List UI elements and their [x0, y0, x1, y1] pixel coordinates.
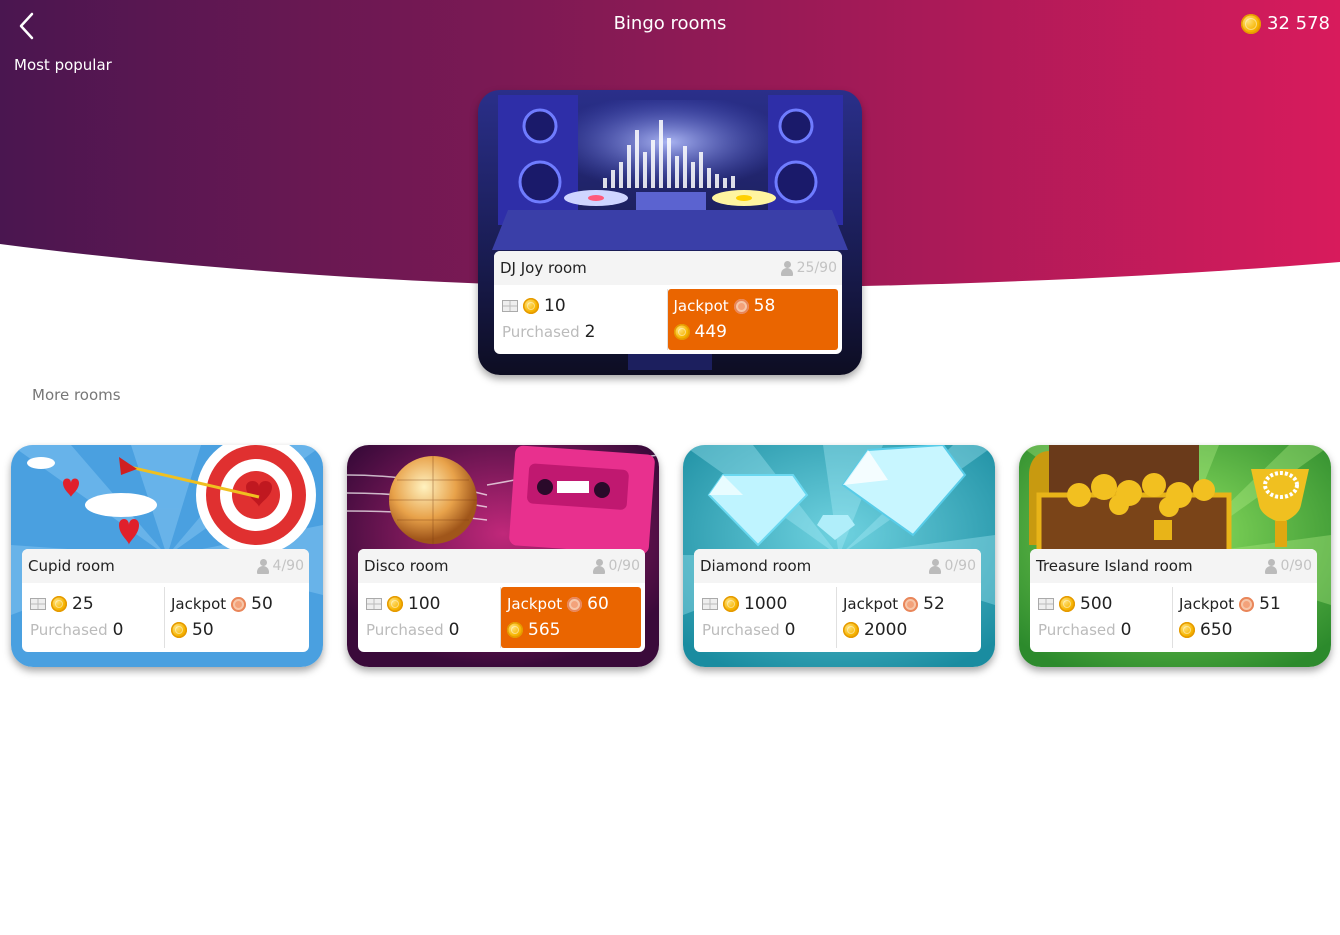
purchased-count: Purchased 0 [366, 620, 460, 640]
user-icon [592, 558, 605, 574]
coin-balance[interactable]: 32 578 [1241, 13, 1330, 34]
room-card-diamond[interactable]: Diamond room 0/90 1000 Purchased 0 Jackp… [683, 445, 995, 667]
room-info-panel: Cupid room 4/90 25 Purchased 0 Jackpot 5… [22, 549, 309, 652]
jackpot-coins: 2000 [864, 620, 908, 640]
room-name: Disco room [364, 557, 449, 575]
room-name: Treasure Island room [1036, 557, 1193, 575]
room-card-cupid[interactable]: Cupid room 4/90 25 Purchased 0 Jackpot 5… [11, 445, 323, 667]
room-info-panel: Diamond room 0/90 1000 Purchased 0 Jackp… [694, 549, 981, 652]
purchased-count: Purchased 0 [1038, 620, 1132, 640]
token-icon [903, 596, 919, 612]
room-info-panel: DJ Joy room 25/90 10 Purchased 2 Jackpot… [494, 251, 842, 354]
coin-icon [523, 298, 539, 314]
room-info-panel: Treasure Island room 0/90 500 Purchased … [1030, 549, 1317, 652]
purchased-count: Purchased 2 [502, 322, 596, 342]
room-card-dj-joy[interactable]: DJ Joy room 25/90 10 Purchased 2 Jackpot… [478, 90, 862, 375]
token-icon [733, 298, 749, 314]
player-count: 0/90 [928, 558, 976, 574]
jackpot-tokens: 58 [753, 296, 776, 316]
user-icon [256, 558, 269, 574]
jackpot-tokens: 52 [923, 594, 945, 614]
coin-icon [723, 596, 739, 612]
ticket-price: 10 [502, 293, 663, 319]
ticket-price: 25 [30, 591, 160, 617]
token-icon [231, 596, 247, 612]
coin-icon [1059, 596, 1075, 612]
balance-value: 32 578 [1267, 13, 1330, 34]
player-count: 25/90 [780, 260, 837, 276]
section-title-more: More rooms [32, 386, 121, 404]
section-title-popular: Most popular [14, 56, 112, 74]
ticket-icon [366, 598, 382, 610]
token-icon [1239, 596, 1255, 612]
player-count: 0/90 [592, 558, 640, 574]
purchased-count: Purchased 0 [30, 620, 124, 640]
coin-icon [1241, 13, 1262, 34]
room-card-disco[interactable]: Disco room 0/90 100 Purchased 0 Jackpot … [347, 445, 659, 667]
ticket-price: 100 [366, 591, 496, 617]
coin-icon [171, 622, 187, 638]
ticket-price: 1000 [702, 591, 832, 617]
jackpot-panel: Jackpot 60 565 [501, 587, 641, 648]
token-icon [567, 596, 583, 612]
coin-icon [387, 596, 403, 612]
purchased-count: Purchased 0 [702, 620, 796, 640]
ticket-price: 500 [1038, 591, 1168, 617]
jackpot-panel: Jackpot 58 449 [667, 289, 838, 350]
ticket-icon [30, 598, 46, 610]
user-icon [928, 558, 941, 574]
jackpot-coins: 449 [694, 322, 727, 342]
top-bar: Bingo rooms 32 578 [0, 0, 1340, 50]
coin-icon [673, 324, 690, 340]
jackpot-panel: Jackpot 51 650 [1179, 594, 1281, 640]
coin-icon [1179, 622, 1195, 638]
room-card-treasure-island[interactable]: Treasure Island room 0/90 500 Purchased … [1019, 445, 1331, 667]
jackpot-panel: Jackpot 50 50 [171, 594, 273, 640]
coin-icon [843, 622, 859, 638]
player-count: 0/90 [1264, 558, 1312, 574]
room-name: DJ Joy room [500, 259, 587, 277]
ticket-icon [1038, 598, 1054, 610]
jackpot-panel: Jackpot 52 2000 [843, 594, 945, 640]
jackpot-tokens: 60 [587, 594, 609, 614]
jackpot-coins: 565 [528, 620, 561, 640]
jackpot-coins: 50 [192, 620, 214, 640]
coin-icon [507, 622, 523, 638]
user-icon [780, 260, 793, 276]
room-info-panel: Disco room 0/90 100 Purchased 0 Jackpot … [358, 549, 645, 652]
room-name: Cupid room [28, 557, 115, 575]
jackpot-tokens: 51 [1259, 594, 1281, 614]
ticket-icon [502, 300, 518, 312]
player-count: 4/90 [256, 558, 304, 574]
room-name: Diamond room [700, 557, 812, 575]
jackpot-tokens: 50 [251, 594, 273, 614]
user-icon [1264, 558, 1277, 574]
coin-icon [51, 596, 67, 612]
ticket-icon [702, 598, 718, 610]
page-title: Bingo rooms [613, 13, 727, 34]
jackpot-coins: 650 [1200, 620, 1233, 640]
